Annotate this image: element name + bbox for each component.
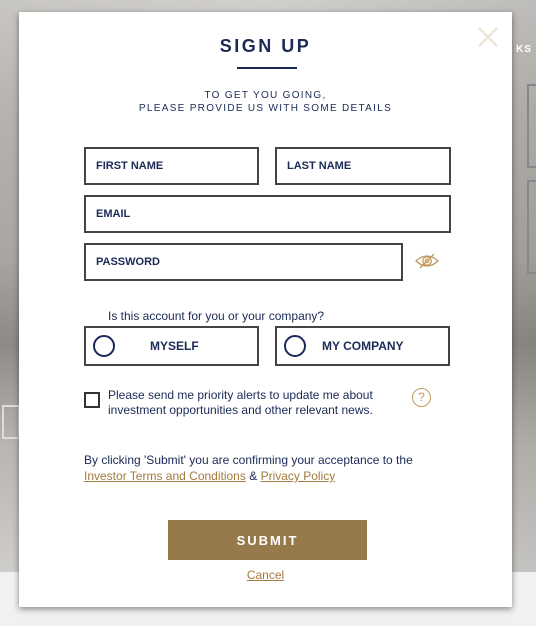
background-picture-frame [527, 84, 536, 168]
investor-terms-link[interactable]: Investor Terms and Conditions [84, 469, 246, 483]
terms-notice: By clicking 'Submit' you are confirming … [84, 452, 464, 484]
cancel-container: Cancel [19, 566, 512, 584]
email-input[interactable] [86, 197, 449, 231]
radio-my-company[interactable]: MY COMPANY [275, 326, 450, 366]
modal-subtitle: TO GET YOU GOING, PLEASE PROVIDE US WITH… [19, 89, 512, 115]
privacy-policy-link[interactable]: Privacy Policy [261, 469, 336, 483]
modal-title: SIGN UP [219, 36, 312, 56]
close-icon[interactable] [478, 27, 498, 47]
title-underline [237, 67, 297, 69]
password-field[interactable] [84, 243, 403, 281]
radio-myself-label[interactable]: MYSELF [150, 339, 199, 353]
last-name-input[interactable] [277, 149, 449, 183]
eye-slash-icon[interactable] [414, 251, 440, 271]
cancel-link[interactable]: Cancel [247, 568, 284, 582]
terms-separator: & [249, 469, 258, 483]
radio-myself[interactable]: MYSELF [84, 326, 259, 366]
alerts-checkbox-label[interactable]: Please send me priority alerts to update… [108, 388, 403, 418]
terms-prefix: By clicking 'Submit' you are confirming … [84, 453, 413, 467]
alerts-checkbox[interactable] [84, 392, 100, 408]
last-name-field[interactable] [275, 147, 451, 185]
first-name-input[interactable] [86, 149, 257, 183]
background-decoration [2, 405, 20, 439]
first-name-field[interactable] [84, 147, 259, 185]
account-type-question: Is this account for you or your company? [108, 309, 325, 323]
password-input[interactable] [86, 245, 401, 279]
submit-button[interactable]: SUBMIT [168, 520, 367, 560]
email-field[interactable] [84, 195, 451, 233]
signup-modal: SIGN UP TO GET YOU GOING, PLEASE PROVIDE… [19, 12, 512, 607]
background-nav-text: KS [516, 44, 532, 55]
background-picture-frame [527, 180, 536, 274]
radio-circle-icon[interactable] [93, 335, 115, 357]
subtitle-line-2: PLEASE PROVIDE US WITH SOME DETAILS [138, 103, 393, 114]
help-icon[interactable]: ? [412, 388, 431, 407]
radio-circle-icon[interactable] [284, 335, 306, 357]
subtitle-line-1: TO GET YOU GOING, [204, 90, 327, 101]
radio-my-company-label[interactable]: MY COMPANY [322, 339, 404, 353]
